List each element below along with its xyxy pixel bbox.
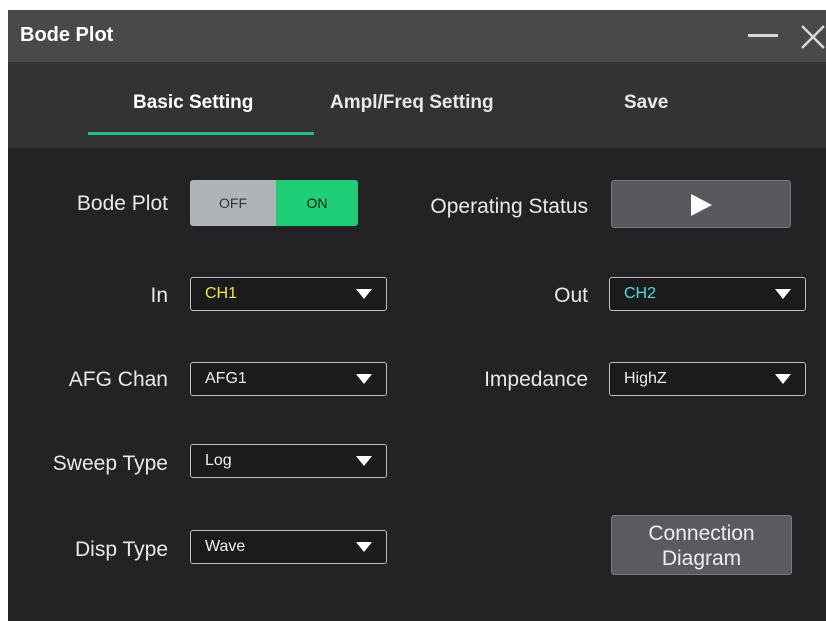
window-title: Bode Plot — [20, 24, 114, 46]
sweep-type-value: Log — [205, 452, 232, 469]
in-channel-select[interactable]: CH1 — [190, 277, 387, 311]
disp-type-value: Wave — [205, 538, 246, 555]
run-button[interactable] — [611, 180, 791, 228]
toggle-on-option[interactable]: ON — [276, 180, 358, 226]
title-bar: Bode Plot — [8, 10, 826, 62]
impedance-value: HighZ — [624, 370, 667, 387]
operating-status-label: Operating Status — [430, 195, 588, 218]
toggle-off-option[interactable]: OFF — [190, 180, 276, 226]
tab-ampl-freq-setting[interactable]: Ampl/Freq Setting — [330, 92, 494, 114]
connection-diagram-line1: Connection — [648, 522, 755, 545]
chevron-down-icon — [775, 289, 791, 299]
connection-diagram-button[interactable]: Connection Diagram — [611, 515, 792, 575]
out-channel-value: CH2 — [624, 285, 657, 302]
disp-type-label: Disp Type — [75, 538, 168, 561]
chevron-down-icon — [356, 542, 372, 552]
tab-basic-setting[interactable]: Basic Setting — [133, 92, 253, 114]
tab-bar: Basic Setting Ampl/Freq Setting Save — [8, 62, 826, 148]
bode-plot-toggle[interactable]: OFF ON — [190, 180, 358, 226]
connection-diagram-line2: Diagram — [661, 547, 742, 570]
disp-type-select[interactable]: Wave — [190, 530, 387, 564]
play-icon — [691, 194, 712, 216]
sweep-type-label: Sweep Type — [52, 452, 168, 475]
impedance-label: Impedance — [484, 368, 588, 391]
close-icon[interactable] — [798, 22, 826, 52]
active-tab-indicator — [88, 132, 314, 135]
afg-chan-label: AFG Chan — [68, 368, 168, 391]
bode-plot-dialog: Bode Plot Basic Setting Ampl/Freq Settin… — [8, 10, 826, 621]
afg-chan-select[interactable]: AFG1 — [190, 362, 387, 396]
minimize-icon[interactable] — [748, 34, 778, 37]
impedance-select[interactable]: HighZ — [609, 362, 806, 396]
bode-plot-label: Bode Plot — [76, 192, 168, 215]
afg-chan-value: AFG1 — [205, 370, 247, 387]
in-label: In — [150, 284, 168, 307]
out-channel-select[interactable]: CH2 — [609, 277, 806, 311]
chevron-down-icon — [356, 289, 372, 299]
sweep-type-select[interactable]: Log — [190, 444, 387, 478]
chevron-down-icon — [356, 374, 372, 384]
chevron-down-icon — [775, 374, 791, 384]
out-label: Out — [554, 284, 588, 307]
in-channel-value: CH1 — [205, 285, 238, 302]
tab-save[interactable]: Save — [624, 92, 668, 114]
chevron-down-icon — [356, 456, 372, 466]
